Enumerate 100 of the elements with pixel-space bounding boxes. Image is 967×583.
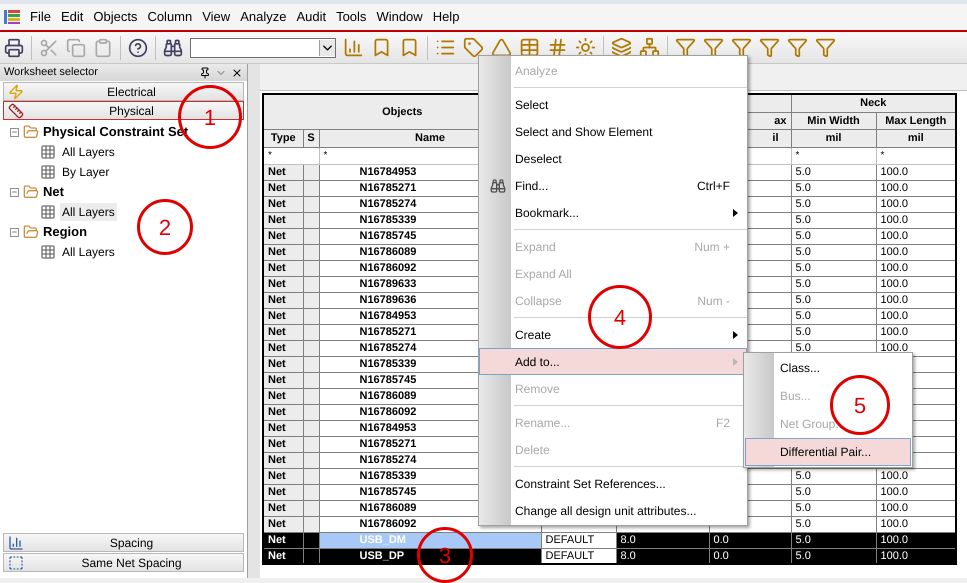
collapse-toggle-icon[interactable] — [10, 128, 19, 136]
hash-icon[interactable] — [547, 37, 568, 58]
cut-icon[interactable] — [39, 38, 59, 58]
menu-item[interactable]: View — [202, 7, 230, 27]
filter-icon[interactable] — [787, 37, 808, 58]
worksheet-tab[interactable]: Same Net Spacing — [3, 553, 244, 572]
name-cell[interactable]: N16789633 — [360, 278, 416, 290]
copy-icon[interactable] — [66, 38, 86, 58]
column-header: ax — [774, 114, 787, 126]
name-cell[interactable]: N16784953 — [360, 166, 416, 178]
close-icon[interactable] — [231, 66, 243, 78]
table-cell: 8.0 — [620, 534, 636, 546]
menu-item[interactable]: Objects — [93, 7, 138, 27]
name-cell[interactable]: N16789636 — [360, 294, 416, 306]
menu-item[interactable]: Column — [147, 7, 192, 27]
filter-icon[interactable] — [675, 37, 696, 58]
filter-icon[interactable] — [815, 37, 836, 58]
tree-item[interactable]: Region — [43, 222, 88, 242]
menu-item[interactable]: Deselect — [480, 150, 746, 166]
name-cell[interactable]: N16785274 — [360, 198, 416, 210]
filter-cell[interactable]: * — [268, 150, 272, 161]
menu-item[interactable]: Add to... — [479, 348, 747, 375]
worksheet-tab[interactable]: Spacing — [3, 533, 244, 552]
folder-icon — [23, 124, 39, 140]
tree-item[interactable]: All Layers — [60, 143, 117, 161]
name-cell[interactable]: N16786089 — [360, 390, 416, 402]
name-cell[interactable]: N16786092 — [360, 262, 416, 274]
filter-icon[interactable] — [759, 37, 780, 58]
menu-item[interactable]: Analyze — [240, 7, 286, 27]
menu-item[interactable]: Help — [432, 7, 460, 27]
pin-icon[interactable] — [199, 66, 211, 78]
menu-item[interactable]: Constraint Set References... — [480, 476, 746, 492]
menu-item[interactable]: Audit — [296, 7, 326, 27]
collapse-toggle-icon[interactable] — [10, 228, 19, 236]
menu-item[interactable]: Differential Pair... — [745, 438, 911, 466]
tree-item[interactable]: By Layer — [60, 163, 112, 181]
type-cell: Net — [268, 230, 286, 242]
name-cell[interactable]: N16785274 — [360, 454, 416, 466]
table-cell: 5.0 — [796, 198, 811, 210]
menu-item[interactable]: Find... Ctrl+F — [480, 178, 746, 194]
filter-cell[interactable]: * — [880, 150, 884, 161]
layers-icon — [40, 164, 56, 180]
lightning-icon — [8, 84, 24, 100]
menu-item[interactable]: Tools — [336, 7, 366, 27]
menu-item[interactable]: Edit — [60, 7, 84, 27]
unit-label: mil — [826, 132, 842, 144]
name-cell[interactable]: N16785339 — [360, 214, 416, 226]
menu-item[interactable]: Class... — [745, 354, 826, 382]
type-cell: Net — [268, 326, 286, 338]
filter-cell[interactable]: * — [796, 150, 800, 161]
paste-icon[interactable] — [93, 38, 113, 58]
table-cell: 5.0 — [796, 166, 811, 178]
filter-icon[interactable] — [703, 37, 724, 58]
collapse-toggle-icon[interactable] — [10, 188, 19, 196]
menu-item[interactable]: Select — [480, 96, 746, 112]
filter-cell[interactable]: * — [324, 150, 328, 161]
name-cell[interactable]: N16785745 — [360, 230, 416, 242]
layers-icon[interactable] — [611, 37, 632, 58]
table-cell: 8.0 — [620, 550, 636, 562]
name-cell[interactable]: N16786089 — [360, 502, 416, 514]
filter-icon[interactable] — [731, 37, 752, 58]
tree-item[interactable]: All Layers — [60, 203, 117, 221]
worksheet-tab[interactable]: Electrical — [3, 82, 244, 101]
tree-item[interactable]: Net — [43, 182, 64, 202]
menu-item[interactable]: File — [30, 7, 51, 27]
name-cell[interactable]: N16784953 — [360, 310, 416, 322]
table-cell: 100.0 — [880, 230, 908, 242]
tree-item[interactable]: All Layers — [60, 243, 117, 261]
name-cell[interactable]: N16785745 — [360, 374, 416, 386]
tag-icon[interactable] — [463, 37, 484, 58]
name-cell[interactable]: N16786092 — [360, 518, 416, 530]
combo-box[interactable] — [190, 38, 336, 58]
printer-icon[interactable] — [4, 38, 24, 58]
name-cell[interactable]: N16786089 — [360, 246, 416, 258]
menu-item[interactable]: Window — [376, 7, 423, 27]
name-cell[interactable]: N16785339 — [360, 358, 416, 370]
bar-chart-icon[interactable] — [343, 37, 364, 58]
name-cell[interactable]: N16785271 — [360, 326, 416, 338]
column-header: Max Length — [885, 114, 946, 126]
menu-item[interactable]: Change all design unit attributes... — [480, 502, 746, 518]
network-icon[interactable] — [639, 37, 660, 58]
table-icon[interactable] — [519, 37, 540, 58]
name-cell[interactable]: N16786092 — [360, 406, 416, 418]
sun-icon[interactable] — [575, 37, 596, 58]
binoculars-icon[interactable] — [163, 38, 183, 58]
table-cell: 5.0 — [796, 294, 811, 306]
name-cell[interactable]: N16785271 — [360, 438, 416, 450]
menu-item[interactable]: Bookmark... — [480, 204, 746, 220]
name-cell[interactable]: N16784953 — [360, 422, 416, 434]
column-header[interactable]: Name — [415, 132, 445, 144]
menu-item[interactable]: Select and Show Element — [480, 124, 746, 140]
name-cell[interactable]: N16785745 — [360, 486, 416, 498]
name-cell[interactable]: N16785271 — [360, 182, 416, 194]
table-cell: 100.0 — [880, 182, 908, 194]
triangle-icon[interactable] — [491, 37, 512, 58]
name-cell[interactable]: N16785274 — [360, 342, 416, 354]
name-cell[interactable]: N16785339 — [360, 470, 416, 482]
table-cell: 5.0 — [796, 230, 811, 242]
name-cell[interactable]: USB_DP — [360, 550, 404, 562]
help-icon[interactable] — [128, 38, 148, 58]
